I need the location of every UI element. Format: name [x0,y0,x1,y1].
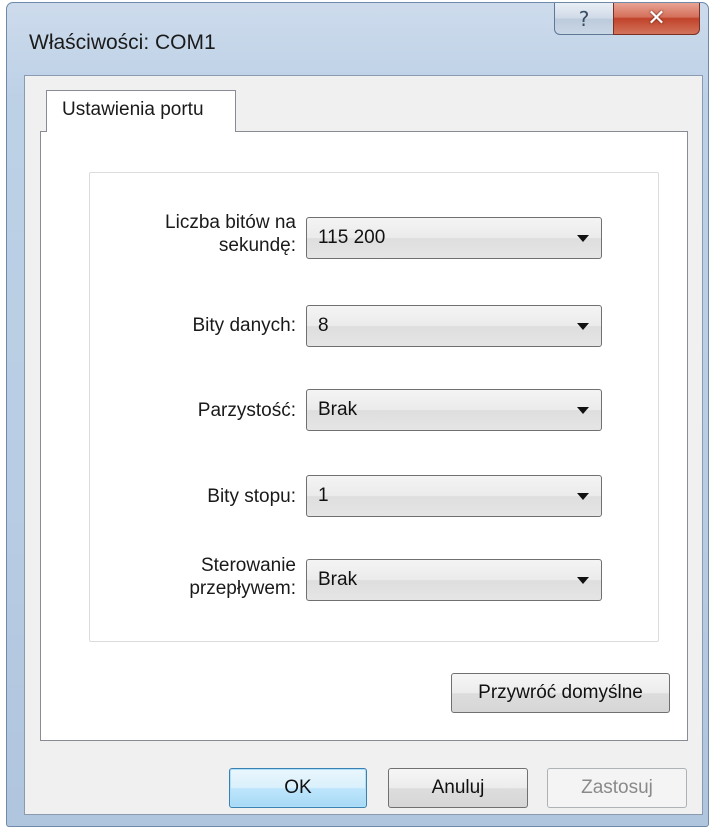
settings-group: Liczba bitów na sekundę: 115 200 Bity da… [89,172,659,642]
combo-value: 1 [318,485,329,506]
title-bar[interactable]: Właściwości: COM1 ? ✕ [7,3,708,75]
window-title: Właściwości: COM1 [29,31,216,54]
chevron-down-icon [577,235,589,242]
data-bits-label: Bity danych: [96,314,297,337]
bits-per-second-label: Liczba bitów na sekundę: [96,211,296,257]
stop-bits-select[interactable]: 1 [306,475,602,517]
chevron-down-icon [577,577,589,584]
cancel-button[interactable]: Anuluj [388,768,528,808]
flow-control-label: Sterowanie przepływem: [96,554,296,600]
tab-panel: Liczba bitów na sekundę: 115 200 Bity da… [40,131,688,741]
label-line: przepływem: [189,578,296,599]
dialog-window: Właściwości: COM1 ? ✕ Ustawienia portu L… [6,2,709,827]
label-line: Parzystość: [197,400,296,421]
label-line: Bity danych: [192,315,297,336]
dialog-client-area: Ustawienia portu Liczba bitów na sekundę… [24,75,703,815]
data-bits-select[interactable]: 8 [306,305,602,347]
combo-value: 8 [318,315,329,336]
label-line: Bity stopu: [207,486,296,507]
label-line: Sterowanie [200,555,296,576]
label-line: sekundę: [218,235,296,256]
close-icon: ✕ [647,6,666,31]
combo-value: 115 200 [318,227,386,248]
stop-bits-label: Bity stopu: [96,485,296,508]
flow-control-select[interactable]: Brak [306,559,602,601]
tab-port-settings[interactable]: Ustawienia portu [46,90,236,132]
chevron-down-icon [577,493,589,500]
combo-value: Brak [318,399,358,420]
restore-defaults-button[interactable]: Przywróć domyślne [451,673,670,713]
chevron-down-icon [577,323,589,330]
close-button[interactable]: ✕ [613,3,700,35]
combo-value: Brak [318,569,358,590]
help-button[interactable]: ? [554,3,614,35]
parity-label: Parzystość: [96,399,296,422]
ok-button[interactable]: OK [229,768,367,808]
tab-label: Ustawienia portu [62,99,204,120]
bits-per-second-select[interactable]: 115 200 [306,217,602,259]
parity-select[interactable]: Brak [306,389,602,431]
help-icon: ? [578,6,590,31]
label-line: Liczba bitów na [165,212,296,233]
apply-button: Zastosuj [547,768,687,808]
chevron-down-icon [577,407,589,414]
